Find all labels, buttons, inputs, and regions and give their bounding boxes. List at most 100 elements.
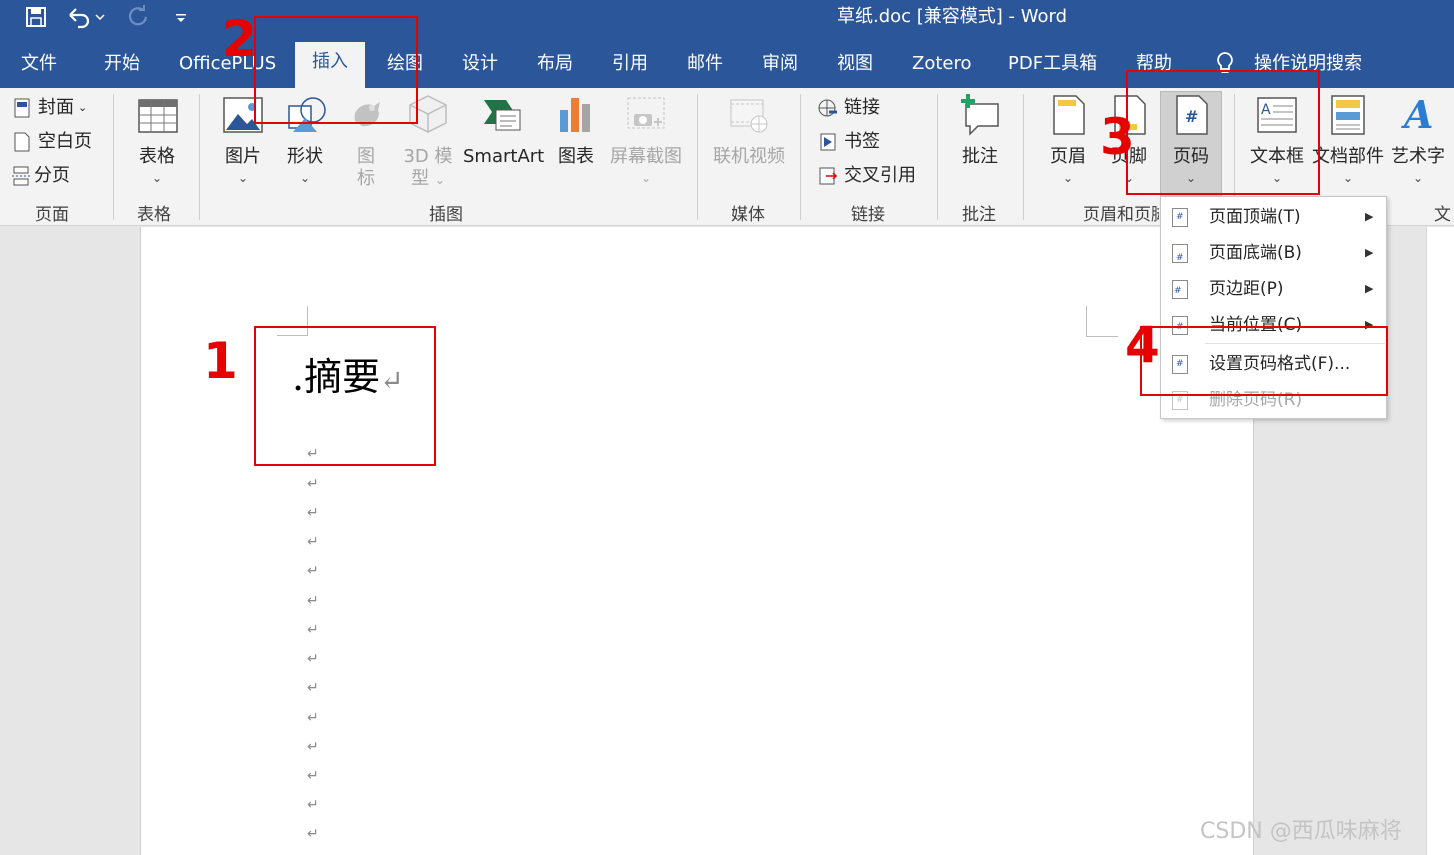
chevron-down-icon: ⌄ <box>434 173 445 187</box>
link-button[interactable]: 链接 <box>818 96 880 120</box>
paragraph-mark: ↵ <box>307 710 319 726</box>
annotation-box-1 <box>254 326 436 466</box>
svg-text:A: A <box>1401 92 1433 136</box>
paragraph-mark: ↵ <box>307 680 319 696</box>
screenshot-icon <box>624 92 668 136</box>
page-break-icon <box>12 166 32 186</box>
paragraph-mark: ↵ <box>307 593 319 609</box>
paragraph-mark: ↵ <box>307 651 319 667</box>
window-title: 草纸.doc [兼容模式] - Word <box>837 6 1068 27</box>
save-icon[interactable] <box>24 5 48 29</box>
bookmark-icon <box>818 132 838 152</box>
submenu-arrow-icon: ▶ <box>1365 210 1374 223</box>
page-number-icon: # <box>1172 280 1188 299</box>
tab-references[interactable]: 引用 <box>612 50 648 82</box>
undo-icon[interactable] <box>66 5 106 29</box>
paragraph-mark: ↵ <box>307 768 319 784</box>
header-icon <box>1046 92 1090 136</box>
chevron-down-icon: ⌄ <box>237 171 249 185</box>
annotation-number-3: 3 <box>1100 108 1135 166</box>
chevron-down-icon: ⌄ <box>299 171 311 185</box>
group-label-illustrations: 插图 <box>429 205 463 225</box>
bookmark-button[interactable]: 书签 <box>818 130 880 154</box>
blank-page-button[interactable]: 空白页 <box>12 130 92 154</box>
crop-mark <box>1086 306 1087 336</box>
link-icon <box>818 98 838 118</box>
chart-icon <box>554 92 598 136</box>
menu-item-bottom-of-page[interactable]: # 页面底端(B) ▶ <box>1161 236 1386 270</box>
annotation-box-4 <box>1140 326 1388 396</box>
group-separator <box>697 94 698 220</box>
chart-button[interactable]: 图表 <box>553 92 599 168</box>
group-label-text: 文 <box>1434 205 1451 225</box>
chevron-down-icon: ⌄ <box>151 171 163 185</box>
tab-mailings[interactable]: 邮件 <box>687 50 723 82</box>
group-separator <box>199 94 200 220</box>
group-label-media: 媒体 <box>731 205 765 225</box>
new-comment-button[interactable]: 批注 <box>955 92 1005 168</box>
wordart-button[interactable]: A 艺术字 ⌄ <box>1390 92 1446 184</box>
chevron-down-icon: ⌄ <box>1412 171 1424 185</box>
page-number-icon: # <box>1172 244 1188 263</box>
cross-reference-icon <box>818 166 838 186</box>
smartart-button[interactable]: SmartArt <box>463 92 544 168</box>
customize-icon[interactable] <box>174 5 188 29</box>
paragraph-mark: ↵ <box>307 826 319 842</box>
paragraph-mark: ↵ <box>307 476 319 492</box>
smartart-icon <box>480 92 524 136</box>
group-label-comments: 批注 <box>962 205 996 225</box>
annotation-number-4: 4 <box>1125 316 1160 374</box>
menu-item-page-margins[interactable]: # 页边距(P) ▶ <box>1161 272 1386 306</box>
group-separator <box>113 94 114 220</box>
tab-layout[interactable]: 布局 <box>537 50 573 82</box>
submenu-arrow-icon: ▶ <box>1365 246 1374 259</box>
tab-home[interactable]: 开始 <box>104 50 140 82</box>
tab-file[interactable]: 文件 <box>21 50 57 82</box>
table-button[interactable]: 表格 ⌄ <box>132 92 182 184</box>
cover-page-icon <box>12 98 32 118</box>
chevron-down-icon: ⌄ <box>1342 171 1354 185</box>
header-button[interactable]: 页眉 ⌄ <box>1043 92 1093 184</box>
comment-icon <box>958 92 1002 136</box>
wordart-icon: A <box>1396 92 1440 137</box>
quick-parts-button[interactable]: 文档部件 ⌄ <box>1312 92 1384 184</box>
paragraph-mark: ↵ <box>307 563 319 579</box>
cover-page-button[interactable]: 封面 ⌄ <box>12 96 87 120</box>
group-label-table: 表格 <box>137 205 171 225</box>
paragraph-mark: ↵ <box>307 797 319 813</box>
tab-review[interactable]: 审阅 <box>762 50 798 82</box>
tab-pdf-tools[interactable]: PDF工具箱 <box>1008 50 1097 82</box>
online-video-button[interactable]: 联机视频 <box>711 92 787 168</box>
paragraph-mark: ↵ <box>307 739 319 755</box>
paragraph-mark: ↵ <box>307 505 319 521</box>
annotation-number-1: 1 <box>203 332 238 390</box>
tab-design[interactable]: 设计 <box>462 50 498 82</box>
submenu-arrow-icon: ▶ <box>1365 282 1374 295</box>
video-icon <box>727 92 771 136</box>
redo-icon[interactable] <box>126 5 150 29</box>
annotation-box-2 <box>254 16 418 124</box>
paragraph-mark: ↵ <box>307 622 319 638</box>
side-pane <box>1426 227 1454 855</box>
tab-view[interactable]: 视图 <box>837 50 873 82</box>
menu-item-top-of-page[interactable]: # 页面顶端(T) ▶ <box>1161 200 1386 234</box>
tab-zotero[interactable]: Zotero <box>912 50 972 82</box>
annotation-number-2: 2 <box>222 10 257 68</box>
blank-page-icon <box>12 132 32 152</box>
group-separator <box>937 94 938 220</box>
annotation-box-3 <box>1126 70 1320 195</box>
title-bar: 草纸.doc [兼容模式] - Word <box>0 0 1454 36</box>
table-icon <box>135 92 179 136</box>
group-label-pages: 页面 <box>35 205 69 225</box>
group-separator <box>1023 94 1024 220</box>
group-separator <box>800 94 801 220</box>
chevron-down-icon: ⌄ <box>640 171 652 185</box>
paragraph-mark: ↵ <box>307 534 319 550</box>
cross-reference-button[interactable]: 交叉引用 <box>818 164 916 188</box>
screenshot-button[interactable]: 屏幕截图 ⌄ <box>609 92 683 184</box>
group-label-links: 链接 <box>851 205 885 225</box>
chevron-down-icon: ⌄ <box>1062 171 1074 185</box>
crop-mark <box>1086 336 1118 337</box>
page-break-button[interactable]: 分页 <box>12 164 70 188</box>
page-number-icon: # <box>1172 208 1188 227</box>
